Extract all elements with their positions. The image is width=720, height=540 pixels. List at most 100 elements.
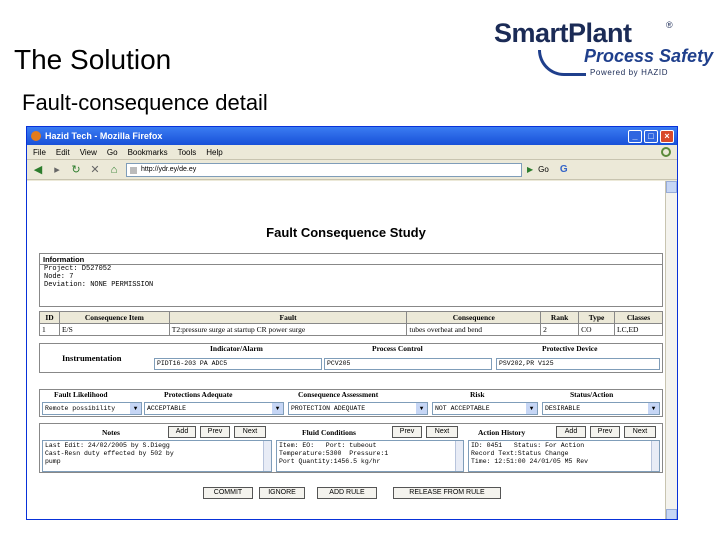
go-button[interactable]: Go	[538, 165, 549, 174]
information-heading: Information	[40, 254, 662, 265]
col-consequence: Consequence	[406, 311, 542, 324]
menu-go[interactable]: Go	[107, 148, 118, 157]
scrollbar[interactable]	[651, 441, 659, 471]
url-input[interactable]: http://ydr.ey/de.ey	[126, 162, 522, 177]
status-action-select[interactable]: DESIRABLE ▼	[542, 402, 660, 415]
menu-tools[interactable]: Tools	[178, 148, 197, 157]
close-icon[interactable]: ×	[660, 129, 674, 143]
information-panel: Information Project: D527052 Node: 7 Dev…	[39, 253, 663, 307]
action-add-button[interactable]: Add	[556, 426, 586, 438]
info-deviation: Deviation: NONE PERMISSION	[44, 281, 154, 289]
browser-window: Hazid Tech - Mozilla Firefox _ □ × File …	[26, 126, 678, 520]
col-id: ID	[39, 311, 60, 324]
chevron-down-icon: ▼	[272, 403, 283, 414]
action-prev-button[interactable]: Prev	[590, 426, 620, 438]
fluid-prev-button[interactable]: Prev	[392, 426, 422, 438]
cell-rank: 2	[540, 323, 580, 336]
protective-device-input[interactable]: PSV202,PR V125	[496, 358, 660, 370]
firefox-icon	[31, 131, 41, 141]
smartplant-logo: SmartPlant ® Process Safety Powered by H…	[494, 18, 716, 80]
fluid-next-button[interactable]: Next	[426, 426, 458, 438]
window-controls: _ □ ×	[628, 129, 677, 143]
add-rule-button[interactable]: ADD RULE	[317, 487, 377, 499]
action-history-textarea[interactable]: ID: 0451 Status: For Action Record Text:S…	[468, 440, 660, 472]
indicator-alarm-header: Indicator/Alarm	[210, 344, 263, 353]
scrollbar[interactable]	[455, 441, 463, 471]
cell-consequence: tubes overheat and bend	[406, 323, 542, 336]
chevron-down-icon: ▼	[526, 403, 537, 414]
gear-icon[interactable]	[661, 147, 671, 157]
chevron-down-icon: ▼	[648, 403, 659, 414]
info-node: Node: 7	[44, 273, 74, 281]
col-consequence-item: Consequence Item	[58, 311, 170, 324]
fluid-line-3: Port Quantity:1456.5 kg/hr	[279, 458, 381, 465]
chevron-down-icon: ▼	[416, 403, 427, 414]
notes-prev-button[interactable]: Prev	[200, 426, 230, 438]
notes-next-button[interactable]: Next	[234, 426, 266, 438]
protections-adequate-header: Protections Adequate	[164, 390, 233, 399]
col-classes: Classes	[614, 311, 663, 324]
browser-title: Hazid Tech - Mozilla Firefox	[45, 131, 163, 141]
go-icon[interactable]: ▶	[527, 165, 533, 174]
cell-fault: T2:pressure surge at startup CR power su…	[168, 323, 408, 336]
table-row[interactable]: 1 E/S T2:pressure surge at startup CR po…	[39, 323, 663, 336]
instrumentation-panel: Instrumentation Indicator/Alarm Process …	[39, 343, 663, 373]
back-icon[interactable]: ◀	[31, 163, 45, 177]
page-scrollbar[interactable]	[665, 181, 677, 519]
notes-line-1: Last Edit: 24/02/2005 by S.Diegg	[45, 442, 170, 449]
release-from-rule-button[interactable]: RELEASE FROM RULE	[393, 487, 501, 499]
scrollbar[interactable]	[263, 441, 271, 471]
forward-icon[interactable]: ▸	[50, 163, 64, 177]
fault-likelihood-header: Fault Likelihood	[54, 390, 108, 399]
cell-type: CO	[578, 323, 616, 336]
fluid-line-1: Item: EO: Port: tubeout	[279, 442, 377, 449]
notes-line-2: Cast-Resn duty effected by 502 by	[45, 450, 174, 457]
slide-title: The Solution	[14, 44, 172, 75]
logo-powered-by: Powered by HAZID	[590, 68, 669, 77]
reload-icon[interactable]: ↻	[69, 163, 83, 177]
maximize-icon[interactable]: □	[644, 129, 658, 143]
col-fault: Fault	[168, 311, 408, 324]
process-control-header: Process Control	[372, 344, 423, 353]
protections-adequate-select[interactable]: ACCEPTABLE ▼	[144, 402, 284, 415]
menu-help[interactable]: Help	[206, 148, 222, 157]
stop-icon[interactable]: ✕	[88, 163, 102, 177]
status-action-value: DESIRABLE	[545, 405, 581, 412]
minimize-icon[interactable]: _	[628, 129, 642, 143]
logo-swoosh-icon	[538, 50, 586, 76]
action-history-header: Action History	[478, 428, 526, 437]
notes-textarea[interactable]: Last Edit: 24/02/2005 by S.Diegg Cast-Res…	[42, 440, 272, 472]
protections-adequate-value: ACCEPTABLE	[147, 405, 187, 412]
fault-table: ID Consequence Item Fault Consequence Ra…	[39, 311, 663, 336]
protective-device-header: Protective Device	[542, 344, 598, 353]
risk-select[interactable]: NOT ACCEPTABLE ▼	[432, 402, 538, 415]
home-icon[interactable]: ⌂	[107, 163, 121, 177]
action-next-button[interactable]: Next	[624, 426, 656, 438]
menu-view[interactable]: View	[80, 148, 97, 157]
fault-likelihood-value: Remote possibility	[45, 405, 116, 412]
ignore-button[interactable]: IGNORE	[259, 487, 305, 499]
logo-main-text: SmartPlant	[494, 18, 632, 48]
menu-edit[interactable]: Edit	[56, 148, 70, 157]
commit-button[interactable]: COMMIT	[203, 487, 253, 499]
action-line-3: Time: 12:51:00 24/01/05 M5 Rev	[471, 458, 589, 465]
cell-consequence-item: E/S	[58, 323, 170, 336]
scroll-down-icon[interactable]	[666, 509, 677, 519]
menu-file[interactable]: File	[33, 148, 46, 157]
menu-bar: File Edit View Go Bookmarks Tools Help	[27, 145, 677, 160]
navigation-toolbar: ◀ ▸ ↻ ✕ ⌂ http://ydr.ey/de.ey ▶ Go G	[27, 160, 677, 180]
scroll-up-icon[interactable]	[666, 181, 677, 193]
logo-registered: ®	[666, 20, 673, 30]
consequence-assessment-value: PROTECTION ADEQUATE	[291, 405, 366, 412]
google-search-icon[interactable]: G	[560, 164, 568, 175]
notes-add-button[interactable]: Add	[168, 426, 196, 438]
fluid-conditions-textarea[interactable]: Item: EO: Port: tubeout Temperature:5300 …	[276, 440, 464, 472]
notes-header: Notes	[102, 428, 120, 437]
process-control-input[interactable]: PCV205	[324, 358, 492, 370]
status-action-header: Status/Action	[570, 390, 614, 399]
fault-likelihood-select[interactable]: Remote possibility ▼	[42, 402, 142, 415]
indicator-alarm-input[interactable]: PIDT16-203 PA ADC5	[154, 358, 322, 370]
menu-bookmarks[interactable]: Bookmarks	[128, 148, 168, 157]
col-rank: Rank	[540, 311, 580, 324]
consequence-assessment-select[interactable]: PROTECTION ADEQUATE ▼	[288, 402, 428, 415]
